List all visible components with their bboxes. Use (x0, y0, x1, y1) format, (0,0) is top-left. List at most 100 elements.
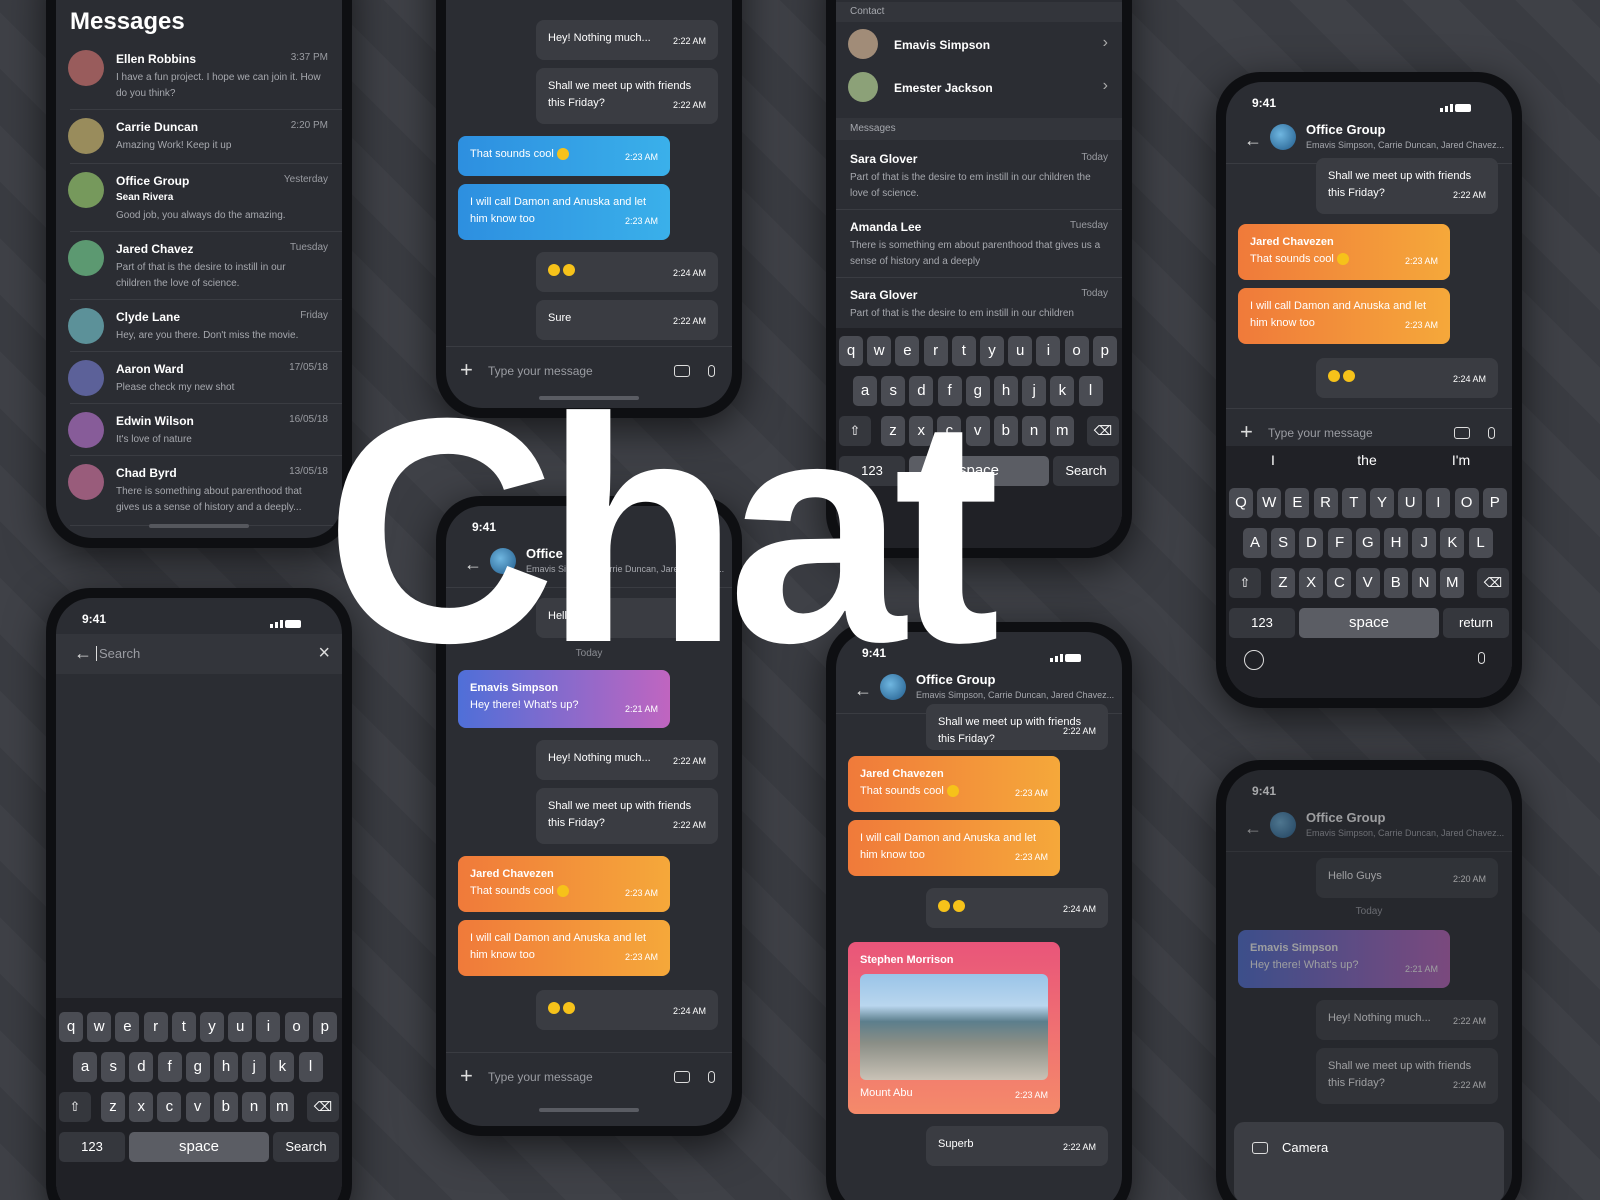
suggestion-item[interactable]: I'm (1414, 452, 1508, 468)
contact-item[interactable]: Emavis Simpson › (836, 24, 1122, 67)
key[interactable]: R (1313, 488, 1338, 518)
key[interactable]: L (1468, 528, 1493, 558)
conversation-item[interactable]: Clyde Lane Friday Hey, are you there. Don'… (56, 300, 342, 352)
numbers-key[interactable]: 123 (1229, 608, 1295, 638)
backspace-key[interactable]: ⌫ (1087, 416, 1119, 446)
key[interactable]: k (270, 1052, 295, 1082)
key[interactable]: J (1412, 528, 1437, 558)
key[interactable]: E (1285, 488, 1310, 518)
key[interactable]: W (1257, 488, 1282, 518)
key[interactable]: y (200, 1012, 224, 1042)
key[interactable]: h (994, 376, 1018, 406)
emoji-key-icon[interactable] (1244, 650, 1264, 670)
key[interactable]: n (242, 1092, 266, 1122)
key[interactable]: x (129, 1092, 154, 1122)
key[interactable]: b (213, 1092, 238, 1122)
key[interactable]: p (1092, 336, 1117, 366)
add-icon[interactable]: + (1240, 421, 1253, 443)
key[interactable]: T (1341, 488, 1366, 518)
key[interactable]: Z (1271, 568, 1295, 598)
key[interactable]: N (1412, 568, 1436, 598)
numbers-key[interactable]: 123 (59, 1132, 125, 1162)
conversation-item[interactable]: Ellen Robbins 3:37 PM I have a fun project… (56, 42, 342, 110)
search-result-item[interactable]: Amanda Lee Tuesday There is something em a… (836, 210, 1122, 278)
key[interactable]: t (171, 1012, 196, 1042)
key[interactable]: M (1440, 568, 1465, 598)
key[interactable]: C (1327, 568, 1352, 598)
key[interactable]: I (1426, 488, 1451, 518)
key[interactable]: p (312, 1012, 337, 1042)
key[interactable]: z (101, 1092, 125, 1122)
search-key[interactable]: Search (273, 1132, 339, 1162)
key[interactable]: K (1440, 528, 1465, 558)
search-result-item[interactable]: Sara Glover Today Part of that is the desi… (836, 142, 1122, 210)
backspace-key[interactable]: ⌫ (307, 1092, 339, 1122)
camera-option[interactable]: Camera (1282, 1140, 1328, 1155)
key[interactable]: S (1271, 528, 1296, 558)
key[interactable]: U (1398, 488, 1423, 518)
key[interactable]: l (1078, 376, 1103, 406)
key[interactable]: F (1327, 528, 1352, 558)
contact-item[interactable]: Emester Jackson › (836, 67, 1122, 110)
search-input[interactable]: Search (96, 646, 140, 661)
key[interactable]: V (1355, 568, 1380, 598)
camera-icon[interactable] (674, 1071, 690, 1083)
key[interactable]: n (1022, 416, 1046, 446)
message-input[interactable]: Type your message (1268, 426, 1373, 440)
key[interactable]: c (157, 1092, 182, 1122)
key[interactable]: q (59, 1012, 83, 1042)
key[interactable]: Y (1370, 488, 1394, 518)
conversation-item[interactable]: Carrie Duncan 2:20 PM Amazing Work! Keep i… (56, 110, 342, 164)
back-arrow-icon[interactable]: ← (1244, 130, 1262, 151)
key[interactable]: s (101, 1052, 126, 1082)
key[interactable]: f (157, 1052, 182, 1082)
microphone-icon[interactable] (708, 1071, 715, 1083)
conversation-item[interactable]: Edwin Wilson 16/05/18 It's love of nature (56, 404, 342, 456)
image-message-bubble[interactable]: Stephen Morrison Mount Abu 2:23 AM (848, 942, 1060, 1114)
key[interactable]: i (1036, 336, 1061, 366)
microphone-icon[interactable] (1478, 652, 1485, 664)
return-key[interactable]: return (1443, 608, 1509, 638)
key[interactable]: a (73, 1052, 97, 1082)
key[interactable]: g (185, 1052, 210, 1082)
key[interactable]: w (87, 1012, 112, 1042)
key[interactable]: e (115, 1012, 140, 1042)
key[interactable]: k (1050, 376, 1075, 406)
camera-icon[interactable] (1454, 427, 1470, 439)
key[interactable]: G (1355, 528, 1380, 558)
key[interactable]: H (1384, 528, 1408, 558)
message-input[interactable]: Type your message (488, 1070, 593, 1084)
shared-photo[interactable] (860, 974, 1048, 1080)
shift-key[interactable]: ⇧ (59, 1092, 91, 1122)
space-key[interactable]: space (1299, 608, 1439, 638)
suggestion-item[interactable]: I (1226, 452, 1320, 468)
key[interactable]: h (214, 1052, 238, 1082)
key[interactable]: o (1064, 336, 1089, 366)
key[interactable]: j (242, 1052, 267, 1082)
suggestion-item[interactable]: the (1320, 452, 1414, 468)
key[interactable]: b (993, 416, 1018, 446)
key[interactable]: D (1299, 528, 1324, 558)
microphone-icon[interactable] (1488, 427, 1495, 439)
key[interactable]: d (129, 1052, 154, 1082)
key[interactable]: P (1482, 488, 1507, 518)
camera-icon[interactable] (1252, 1142, 1268, 1154)
key[interactable]: X (1299, 568, 1324, 598)
key[interactable]: u (228, 1012, 253, 1042)
search-key[interactable]: Search (1053, 456, 1119, 486)
key[interactable]: v (185, 1092, 210, 1122)
key[interactable]: r (143, 1012, 168, 1042)
key[interactable]: B (1383, 568, 1408, 598)
key[interactable]: A (1243, 528, 1267, 558)
backspace-key[interactable]: ⌫ (1477, 568, 1509, 598)
key[interactable]: o (284, 1012, 309, 1042)
key[interactable]: O (1454, 488, 1479, 518)
search-result-item[interactable]: Sara Glover Today Part of that is the desi… (836, 278, 1122, 328)
key[interactable]: Q (1229, 488, 1253, 518)
conversation-item[interactable]: Chad Byrd 13/05/18 There is something abou… (56, 456, 342, 526)
key[interactable]: m (270, 1092, 295, 1122)
shift-key[interactable]: ⇧ (1229, 568, 1261, 598)
space-key[interactable]: space (129, 1132, 269, 1162)
key[interactable]: m (1050, 416, 1075, 446)
key[interactable]: l (298, 1052, 323, 1082)
